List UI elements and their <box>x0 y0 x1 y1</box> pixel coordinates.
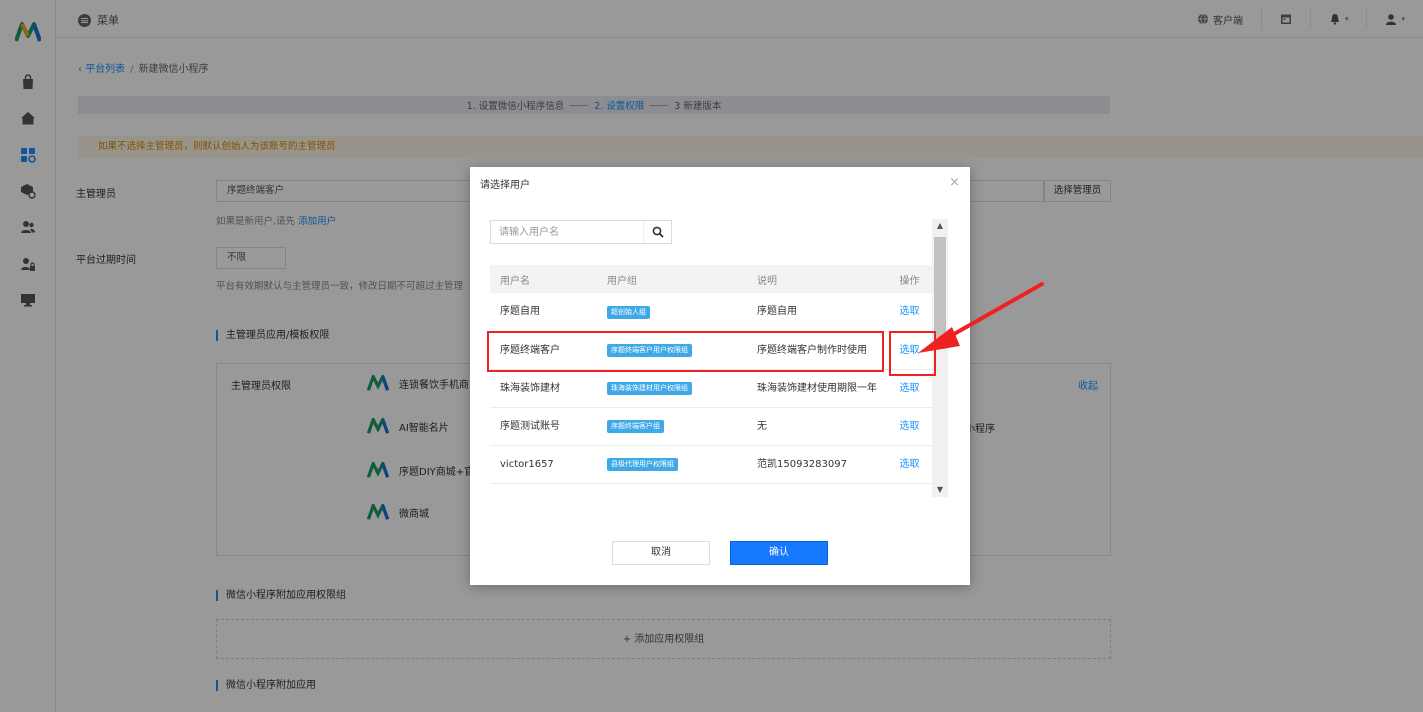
close-icon[interactable]: × <box>949 175 960 190</box>
cell-username: 序题测试账号 <box>490 407 597 446</box>
cell-group: 序题终端客户组 <box>597 407 747 446</box>
annotation-highlight-row <box>487 331 884 372</box>
table-row: 序题测试账号 序题终端客户组 无 选取 <box>490 407 932 446</box>
cell-group: 超创始人组 <box>597 293 747 332</box>
select-user-link[interactable]: 选取 <box>900 383 920 394</box>
modal-title: 请选择用户 <box>480 180 530 191</box>
cell-username: victor1657 <box>490 445 597 484</box>
cancel-button[interactable]: 取消 <box>612 541 710 565</box>
scroll-down-icon[interactable]: ▼ <box>932 483 948 497</box>
cell-action: 选取 <box>887 445 932 484</box>
column-header-action: 操作 <box>887 265 932 293</box>
cell-action: 选取 <box>887 293 932 332</box>
table-row: victor1657 县级代理用户权限组 范凯15093283097 选取 <box>490 445 932 484</box>
annotation-highlight-action <box>889 331 936 376</box>
cell-description: 珠海装饰建材使用期限一年 <box>747 369 887 408</box>
cell-username: 珠海装饰建材 <box>490 369 597 408</box>
group-tag: 超创始人组 <box>607 305 650 319</box>
cell-username: 序题自用 <box>490 293 597 332</box>
group-tag: 珠海装饰建材用户权限组 <box>607 382 692 395</box>
cell-description: 范凯15093283097 <box>747 445 887 484</box>
cell-description: 序题自用 <box>747 293 887 332</box>
table-header: 用户名 用户组 说明 操作 <box>490 265 932 293</box>
group-tag: 序题终端客户组 <box>607 420 664 433</box>
search-icon <box>652 226 664 238</box>
cell-action: 选取 <box>887 407 932 446</box>
cell-description: 无 <box>747 407 887 446</box>
group-tag: 县级代理用户权限组 <box>607 458 678 471</box>
cell-group: 县级代理用户权限组 <box>597 445 747 484</box>
select-user-link[interactable]: 选取 <box>900 459 920 470</box>
cell-group: 珠海装饰建材用户权限组 <box>597 369 747 408</box>
select-user-modal: 请选择用户 × 用户名 用户组 说明 操作 序题自用 超创始人组 序题自用 选取 <box>470 167 970 585</box>
column-header-description: 说明 <box>747 265 887 293</box>
user-search-input[interactable] <box>491 221 643 243</box>
table-row: 珠海装饰建材 珠海装饰建材用户权限组 珠海装饰建材使用期限一年 选取 <box>490 369 932 408</box>
user-search <box>490 220 672 244</box>
user-table: 用户名 用户组 说明 操作 序题自用 超创始人组 序题自用 选取 序题终端客户 … <box>490 265 932 484</box>
table-row: 序题自用 超创始人组 序题自用 选取 <box>490 293 932 332</box>
select-user-link[interactable]: 选取 <box>900 421 920 432</box>
search-button[interactable] <box>643 221 671 243</box>
column-header-username: 用户名 <box>490 265 597 293</box>
confirm-button[interactable]: 确认 <box>730 541 828 565</box>
column-header-group: 用户组 <box>597 265 747 293</box>
scroll-up-icon[interactable]: ▲ <box>932 219 948 233</box>
select-user-link[interactable]: 选取 <box>900 306 920 317</box>
